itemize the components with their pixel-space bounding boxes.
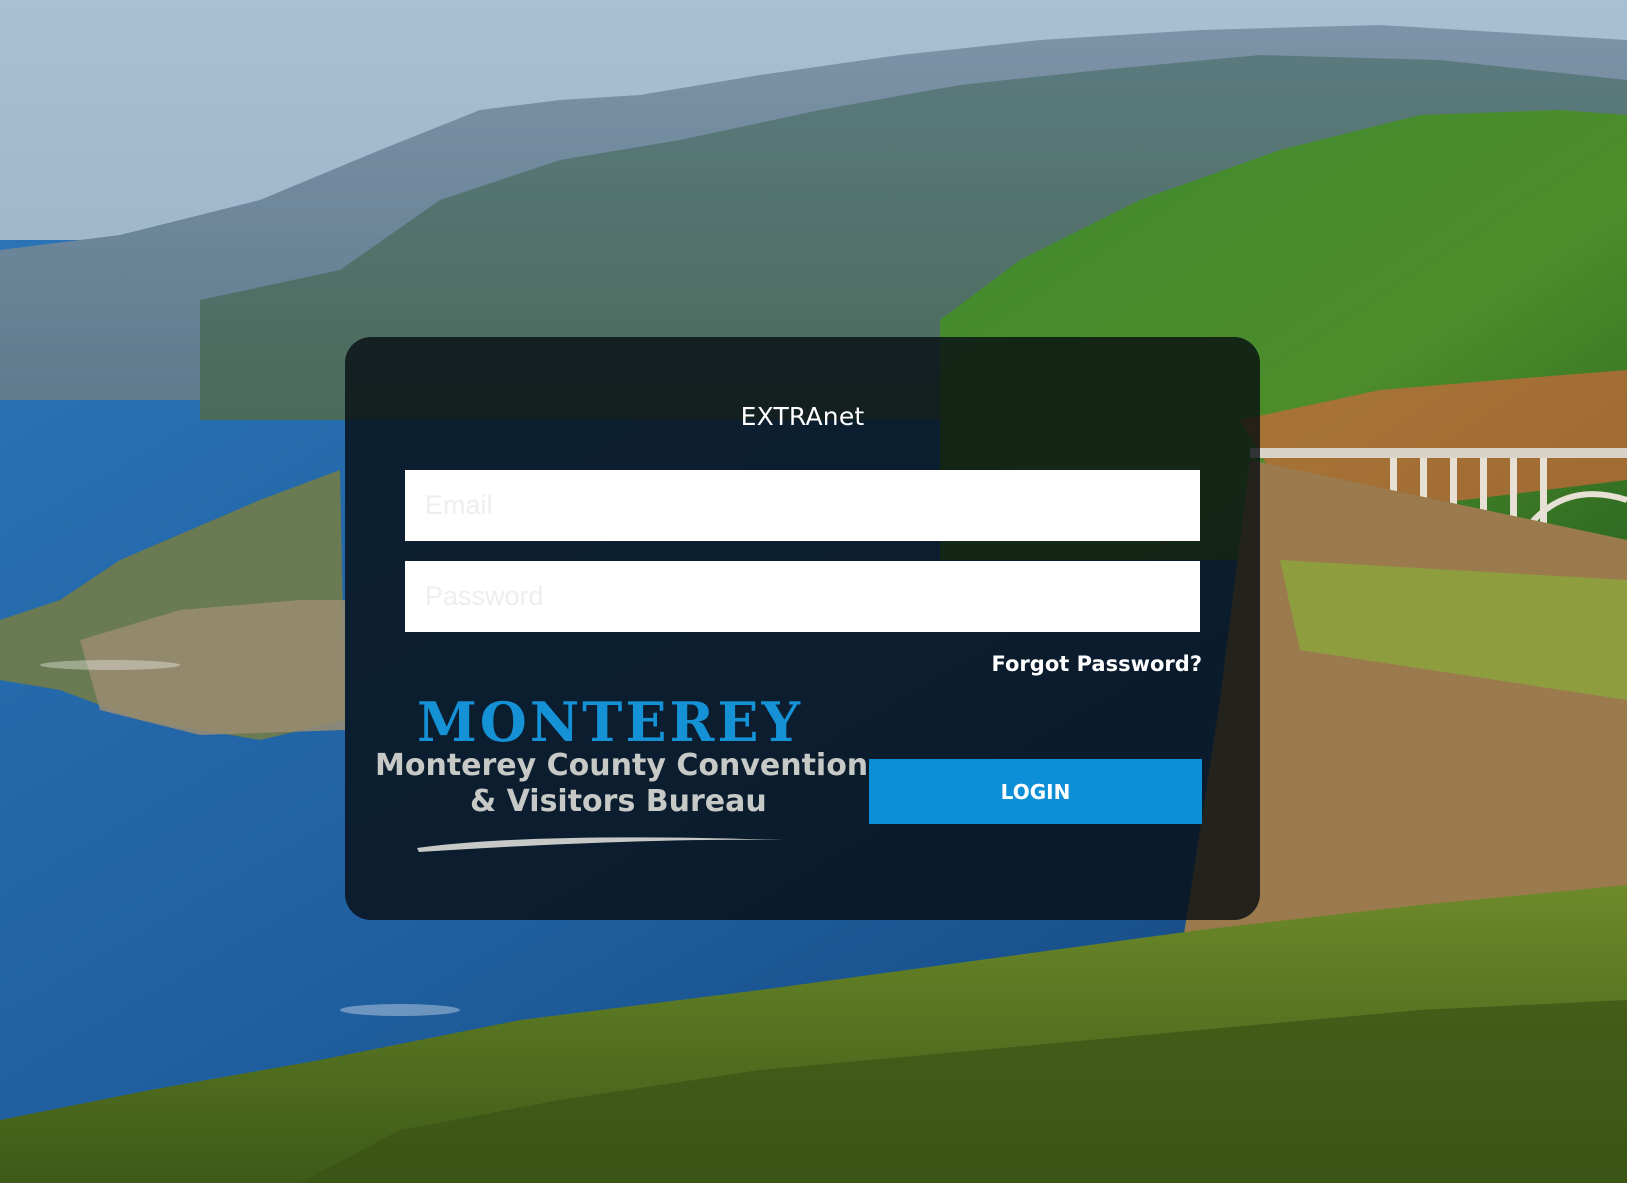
login-button[interactable]: LOGIN	[869, 759, 1202, 824]
forgot-password-link[interactable]: Forgot Password?	[992, 652, 1202, 676]
logo-wordmark: MONTEREY	[417, 690, 804, 754]
password-input[interactable]	[405, 561, 1200, 632]
monterey-logo: MONTEREY Monterey County Convention & Vi…	[375, 690, 868, 870]
extranet-title: EXTRAnet	[740, 402, 865, 431]
logo-subtitle-line-1: Monterey County Convention	[375, 748, 869, 783]
login-card: EXTRAnet Forgot Password? MONTEREY Monte…	[345, 337, 1260, 920]
logo-subtitle-line-2: & Visitors Bureau	[470, 784, 767, 819]
logo-swoosh-icon	[417, 837, 783, 852]
email-input[interactable]	[405, 470, 1200, 541]
login-page: EXTRAnet Forgot Password? MONTEREY Monte…	[0, 0, 1627, 1183]
